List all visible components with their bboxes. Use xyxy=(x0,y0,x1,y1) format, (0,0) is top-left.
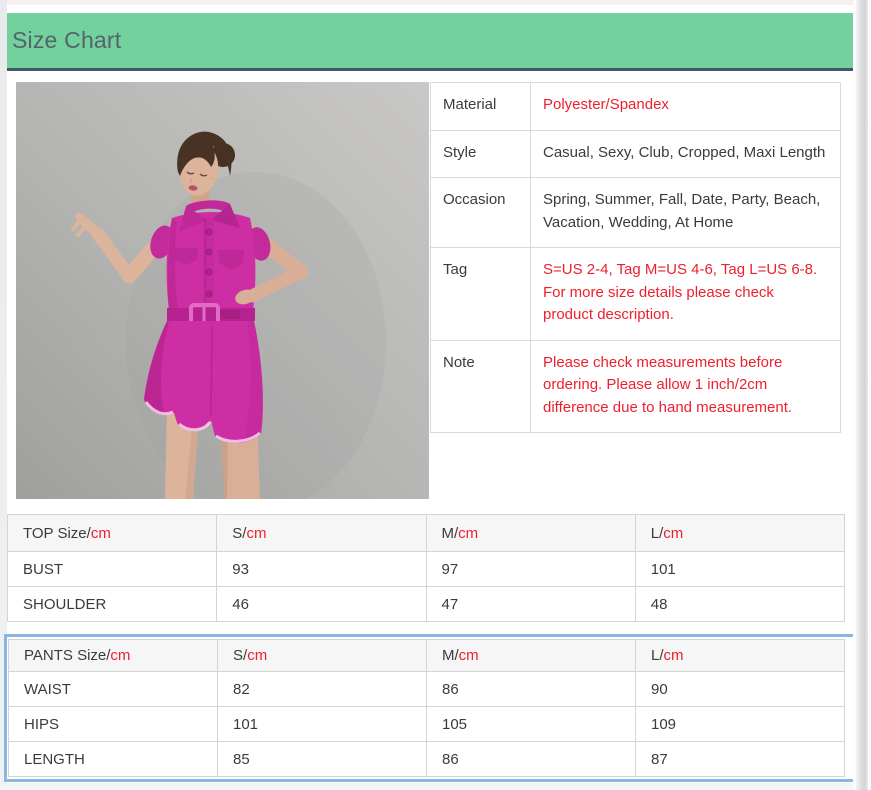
model-photo-illustration xyxy=(16,82,429,499)
header-unit: cm xyxy=(91,525,111,542)
measure-label: BUST xyxy=(8,552,217,587)
size-value: 48 xyxy=(635,587,844,622)
detail-label: Material xyxy=(431,83,531,131)
size-value: 86 xyxy=(427,742,636,777)
size-value: 101 xyxy=(218,707,427,742)
measure-label: WAIST xyxy=(9,672,218,707)
table-row: HIPS 101 105 109 xyxy=(9,707,845,742)
product-details-table: Material Polyester/Spandex Style Casual,… xyxy=(430,82,841,433)
product-photo xyxy=(16,82,429,499)
pants-table-highlight-box: PANTS Size/cm S/cm M/cm L/cm WAIST 82 86… xyxy=(4,634,857,782)
header-unit: cm xyxy=(110,647,130,664)
measure-label: HIPS xyxy=(9,707,218,742)
detail-label: Occasion xyxy=(431,178,531,248)
header-unit: cm xyxy=(458,525,478,542)
size-value: 109 xyxy=(636,707,845,742)
column-header: L/cm xyxy=(635,515,844,552)
header-text: S/ xyxy=(232,525,246,542)
pants-size-table: PANTS Size/cm S/cm M/cm L/cm WAIST 82 86… xyxy=(8,639,845,777)
detail-label: Note xyxy=(431,340,531,433)
size-value: 90 xyxy=(636,672,845,707)
size-value: 85 xyxy=(218,742,427,777)
header-text: S/ xyxy=(233,647,247,664)
size-value: 87 xyxy=(636,742,845,777)
vertical-scrollbar[interactable] xyxy=(856,0,868,790)
header-text: M/ xyxy=(442,647,459,664)
header-text: PANTS Size/ xyxy=(24,647,110,664)
detail-label: Tag xyxy=(431,248,531,341)
detail-value: Polyester/Spandex xyxy=(531,83,841,131)
column-header: L/cm xyxy=(636,640,845,672)
column-header: S/cm xyxy=(218,640,427,672)
detail-value: Please check measurements before orderin… xyxy=(531,340,841,433)
header-text: L/ xyxy=(651,647,664,664)
table-row: Style Casual, Sexy, Club, Cropped, Maxi … xyxy=(431,130,841,178)
size-value: 47 xyxy=(426,587,635,622)
size-value: 86 xyxy=(427,672,636,707)
header-text: TOP Size/ xyxy=(23,525,91,542)
table-row: WAIST 82 86 90 xyxy=(9,672,845,707)
size-value: 82 xyxy=(218,672,427,707)
top-size-table: TOP Size/cm S/cm M/cm L/cm BUST 93 97 10… xyxy=(7,514,845,622)
table-row: Material Polyester/Spandex xyxy=(431,83,841,131)
page-bottom-fade xyxy=(0,783,856,790)
column-header: PANTS Size/cm xyxy=(9,640,218,672)
detail-value: S=US 2-4, Tag M=US 4-6, Tag L=US 6-8. Fo… xyxy=(531,248,841,341)
table-header-row: TOP Size/cm S/cm M/cm L/cm xyxy=(8,515,845,552)
detail-value: Casual, Sexy, Club, Cropped, Maxi Length xyxy=(531,130,841,178)
table-row: Occasion Spring, Summer, Fall, Date, Par… xyxy=(431,178,841,248)
table-row: Note Please check measurements before or… xyxy=(431,340,841,433)
size-value: 46 xyxy=(217,587,426,622)
table-row: SHOULDER 46 47 48 xyxy=(8,587,845,622)
column-header: M/cm xyxy=(427,640,636,672)
column-header: TOP Size/cm xyxy=(8,515,217,552)
measure-label: SHOULDER xyxy=(8,587,217,622)
table-row: BUST 93 97 101 xyxy=(8,552,845,587)
size-value: 105 xyxy=(427,707,636,742)
size-value: 101 xyxy=(635,552,844,587)
table-row: Tag S=US 2-4, Tag M=US 4-6, Tag L=US 6-8… xyxy=(431,248,841,341)
size-chart-header: Size Chart xyxy=(7,13,853,71)
header-text: M/ xyxy=(442,525,459,542)
size-value: 93 xyxy=(217,552,426,587)
header-unit: cm xyxy=(459,647,479,664)
size-value: 97 xyxy=(426,552,635,587)
table-row: LENGTH 85 86 87 xyxy=(9,742,845,777)
detail-value: Spring, Summer, Fall, Date, Party, Beach… xyxy=(531,178,841,248)
header-unit: cm xyxy=(247,647,267,664)
page-top-strip xyxy=(7,0,853,5)
header-unit: cm xyxy=(664,647,684,664)
header-text: L/ xyxy=(651,525,664,542)
table-header-row: PANTS Size/cm S/cm M/cm L/cm xyxy=(9,640,845,672)
column-header: S/cm xyxy=(217,515,426,552)
measure-label: LENGTH xyxy=(9,742,218,777)
detail-label: Style xyxy=(431,130,531,178)
column-header: M/cm xyxy=(426,515,635,552)
page-title: Size Chart xyxy=(7,27,121,54)
header-unit: cm xyxy=(663,525,683,542)
header-unit: cm xyxy=(246,525,266,542)
